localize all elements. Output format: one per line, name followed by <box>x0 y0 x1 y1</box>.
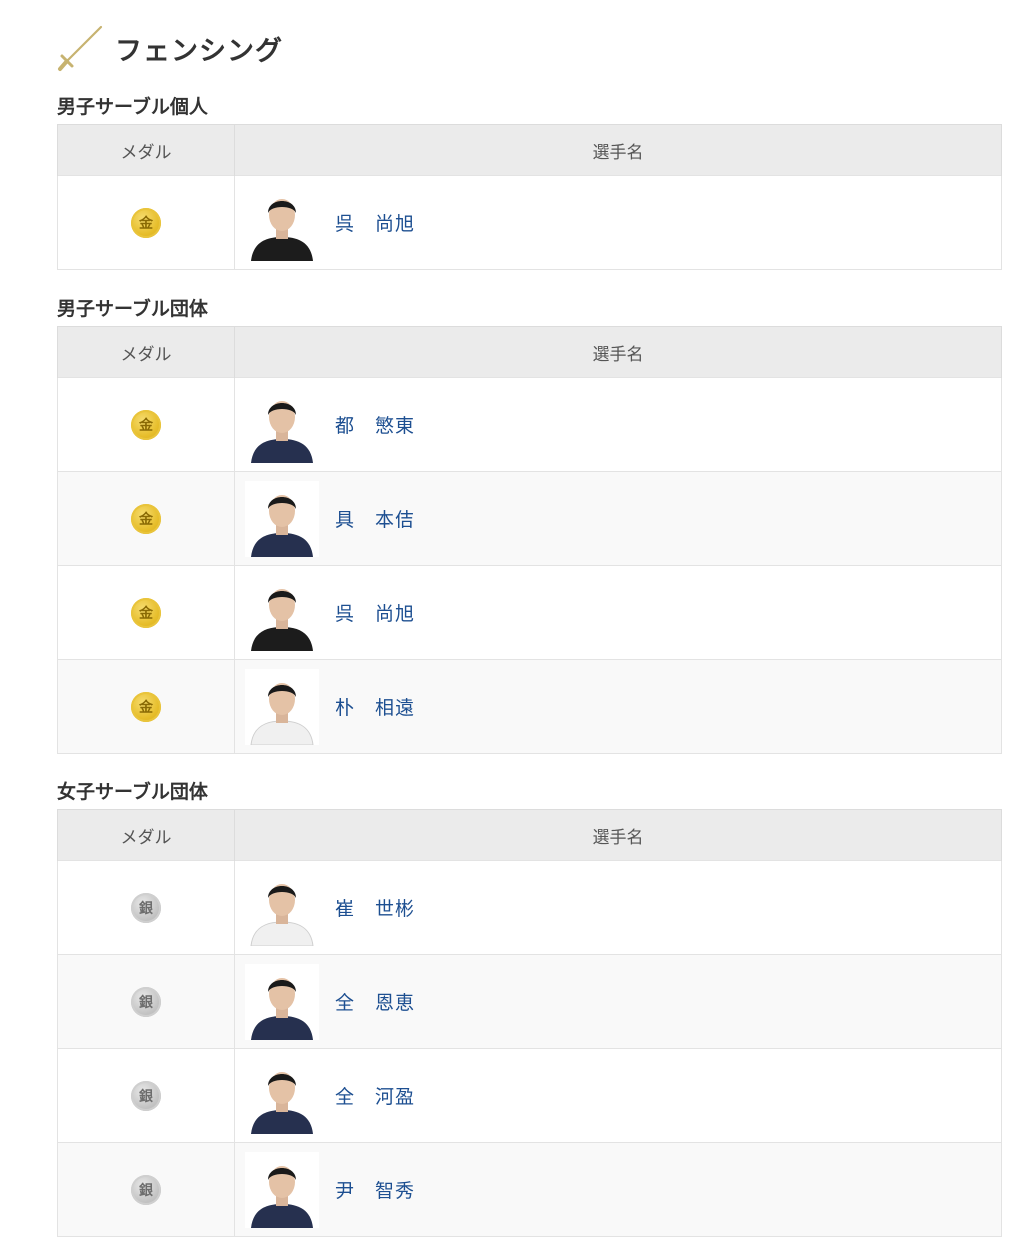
medal-column-header: メダル <box>57 124 235 176</box>
gold-medal-icon: 金 <box>131 409 161 440</box>
section-title: 女子サーブル団体 <box>57 781 208 803</box>
medal-cell: 金 <box>57 659 235 754</box>
player-name-link[interactable]: 全 河盈 <box>335 1082 415 1109</box>
player-cell: 都 慜東 <box>234 377 1002 472</box>
silver-medal-icon: 銀 <box>131 986 161 1017</box>
player-name-link[interactable]: 呉 尚旭 <box>335 599 415 626</box>
section-mens-sabre-team: 男子サーブル団体 メダル 選手名 金 都 慜東 金 具 本佶 金 呉 尚旭 金 … <box>57 292 1002 754</box>
table-row: 金 呉 尚旭 <box>57 565 1002 660</box>
player-photo[interactable] <box>245 869 319 946</box>
section-title: 男子サーブル個人 <box>57 96 208 118</box>
player-cell: 崔 世彬 <box>234 860 1002 955</box>
table-row: 金 都 慜東 <box>57 377 1002 472</box>
player-cell: 呉 尚旭 <box>234 565 1002 660</box>
player-cell: 具 本佶 <box>234 471 1002 566</box>
player-column-header: 選手名 <box>234 809 1002 861</box>
player-photo[interactable] <box>245 480 319 557</box>
silver-medal-icon: 銀 <box>131 1080 161 1111</box>
player-name-link[interactable]: 尹 智秀 <box>335 1176 415 1203</box>
player-cell: 朴 相遠 <box>234 659 1002 754</box>
page-title: フェンシング <box>115 35 283 67</box>
player-name-link[interactable]: 全 恩恵 <box>335 988 415 1015</box>
player-cell: 尹 智秀 <box>234 1142 1002 1237</box>
medal-cell: 銀 <box>57 1142 235 1237</box>
medal-cell: 金 <box>57 565 235 660</box>
medal-cell: 銀 <box>57 1048 235 1143</box>
table-header-row: メダル 選手名 <box>57 809 1002 861</box>
player-name-link[interactable]: 崔 世彬 <box>335 894 415 921</box>
medal-cell: 銀 <box>57 860 235 955</box>
table-header-row: メダル 選手名 <box>57 326 1002 378</box>
medal-cell: 銀 <box>57 954 235 1049</box>
medal-cell: 金 <box>57 377 235 472</box>
results-table: メダル 選手名 金 都 慜東 金 具 本佶 金 呉 尚旭 金 朴 相遠 <box>57 326 1002 754</box>
gold-medal-icon: 金 <box>131 207 161 238</box>
table-row: 金 呉 尚旭 <box>57 175 1002 270</box>
section-mens-sabre-individual: 男子サーブル個人 メダル 選手名 金 呉 尚旭 <box>57 90 1002 270</box>
gold-medal-icon: 金 <box>131 503 161 534</box>
player-photo[interactable] <box>245 963 319 1040</box>
sport-header: フェンシング <box>57 24 283 72</box>
table-row: 銀 全 河盈 <box>57 1048 1002 1143</box>
silver-medal-icon: 銀 <box>131 892 161 923</box>
player-column-header: 選手名 <box>234 326 1002 378</box>
silver-medal-icon: 銀 <box>131 1174 161 1205</box>
player-cell: 全 恩恵 <box>234 954 1002 1049</box>
results-table: メダル 選手名 金 呉 尚旭 <box>57 124 1002 270</box>
medal-column-header: メダル <box>57 809 235 861</box>
table-row: 金 朴 相遠 <box>57 659 1002 754</box>
player-cell: 全 河盈 <box>234 1048 1002 1143</box>
player-name-link[interactable]: 呉 尚旭 <box>335 209 415 236</box>
player-photo[interactable] <box>245 668 319 745</box>
player-name-link[interactable]: 都 慜東 <box>335 411 415 438</box>
medal-cell: 金 <box>57 471 235 566</box>
medal-cell: 金 <box>57 175 235 270</box>
table-row: 銀 崔 世彬 <box>57 860 1002 955</box>
player-photo[interactable] <box>245 1057 319 1134</box>
player-name-link[interactable]: 具 本佶 <box>335 505 415 532</box>
player-photo[interactable] <box>245 184 319 261</box>
results-table: メダル 選手名 銀 崔 世彬 銀 全 恩恵 銀 全 河盈 銀 尹 智秀 <box>57 809 1002 1237</box>
fencing-sword-icon <box>57 24 103 72</box>
player-cell: 呉 尚旭 <box>234 175 1002 270</box>
player-photo[interactable] <box>245 386 319 463</box>
section-title: 男子サーブル団体 <box>57 298 208 320</box>
table-row: 金 具 本佶 <box>57 471 1002 566</box>
player-column-header: 選手名 <box>234 124 1002 176</box>
table-row: 銀 全 恩恵 <box>57 954 1002 1049</box>
player-photo[interactable] <box>245 1151 319 1228</box>
player-photo[interactable] <box>245 574 319 651</box>
table-row: 銀 尹 智秀 <box>57 1142 1002 1237</box>
table-header-row: メダル 選手名 <box>57 124 1002 176</box>
section-womens-sabre-team: 女子サーブル団体 メダル 選手名 銀 崔 世彬 銀 全 恩恵 銀 全 河盈 銀 … <box>57 775 1002 1237</box>
gold-medal-icon: 金 <box>131 691 161 722</box>
medal-column-header: メダル <box>57 326 235 378</box>
gold-medal-icon: 金 <box>131 597 161 628</box>
player-name-link[interactable]: 朴 相遠 <box>335 693 415 720</box>
